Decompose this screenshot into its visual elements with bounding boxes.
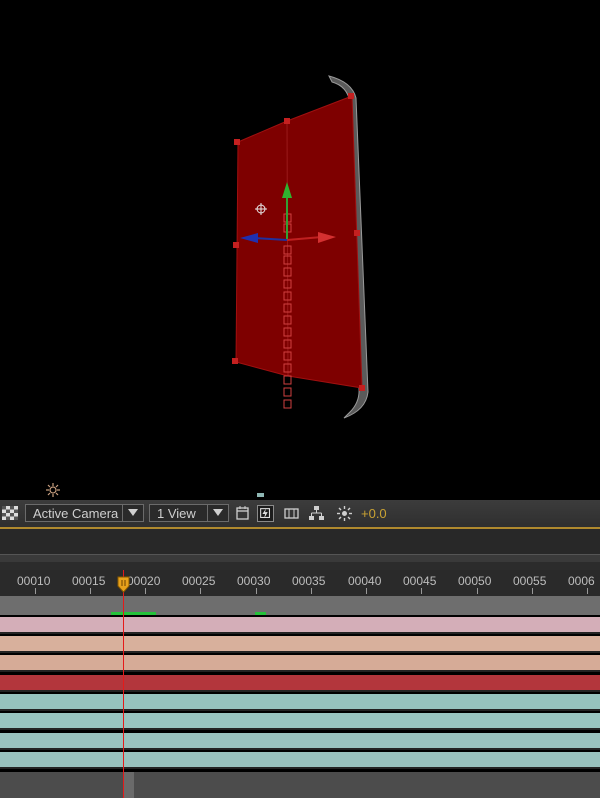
ruler-tick [90,588,91,594]
chevron-down-icon [122,505,143,521]
exposure-icon[interactable] [336,505,353,522]
ruler-tick [200,588,201,594]
ruler-label: 00040 [348,574,382,588]
ruler-tick [35,588,36,594]
handle-bottom-left [232,358,238,364]
views-select-label: 1 View [157,506,196,521]
ruler-label: 00045 [403,574,437,588]
exposure-value[interactable]: +0.0 [361,506,387,521]
layer-row[interactable] [0,675,600,692]
layer-row[interactable] [0,713,600,730]
layer-row[interactable] [0,733,600,750]
time-ruler[interactable]: 00010 00015 00020 00025 00030 00035 0004… [0,570,600,596]
current-time-indicator[interactable] [123,570,124,798]
fast-preview-icon[interactable] [257,505,274,522]
timeline-header [0,529,600,554]
layer-row[interactable] [0,752,600,769]
ruler-label: 00050 [458,574,492,588]
views-select[interactable]: 1 View [149,504,229,522]
ruler-label: 00035 [292,574,326,588]
flowchart-icon[interactable] [308,505,325,522]
calendar-icon[interactable] [234,505,251,522]
composition-viewport[interactable] [0,0,600,497]
camera-select[interactable]: Active Camera [25,504,144,522]
handle-bottom-right [359,385,365,391]
ruler-label: 00010 [17,574,51,588]
ruler-tick [477,588,478,594]
handle-mid-right [354,230,360,236]
handle-mid-left [233,242,239,248]
ruler-tick [145,588,146,594]
handle-top-left [234,139,240,145]
scrollbar-thumb[interactable] [124,772,134,798]
layer-row[interactable] [0,617,600,634]
ruler-tick [311,588,312,594]
ruler-label: 00025 [182,574,216,588]
ruler-tick [256,588,257,594]
viewer-toolbar: Active Camera 1 View +0.0 [0,500,600,529]
timeline-spacer [0,562,600,570]
grid-toggle-icon[interactable] [2,506,18,520]
ruler-tick [532,588,533,594]
timeline-scrollbar[interactable] [0,772,600,798]
rendered-segment [255,612,266,615]
work-area-bar[interactable] [0,596,600,615]
chevron-down-icon [207,505,228,521]
ruler-label: 00020 [127,574,161,588]
viewport-resize-handle[interactable] [257,493,264,497]
handle-top-right [348,93,354,99]
layer-row[interactable] [0,636,600,653]
ruler-label: 00030 [237,574,271,588]
handle-top-mid [284,118,290,124]
ruler-label: 00015 [72,574,106,588]
ruler-label: 00055 [513,574,547,588]
playhead-handle-icon[interactable] [117,576,130,593]
camera-select-label: Active Camera [33,506,119,521]
ruler-tick [421,588,422,594]
3d-scene[interactable] [0,0,600,497]
light-icon[interactable] [46,483,60,497]
rendered-segment [111,612,156,615]
layer-row[interactable] [0,694,600,711]
ruler-tick [587,588,588,594]
3d-view-icon[interactable] [283,505,300,522]
layer-row[interactable] [0,655,600,672]
ruler-label: 0006 [568,574,595,588]
ruler-tick [366,588,367,594]
